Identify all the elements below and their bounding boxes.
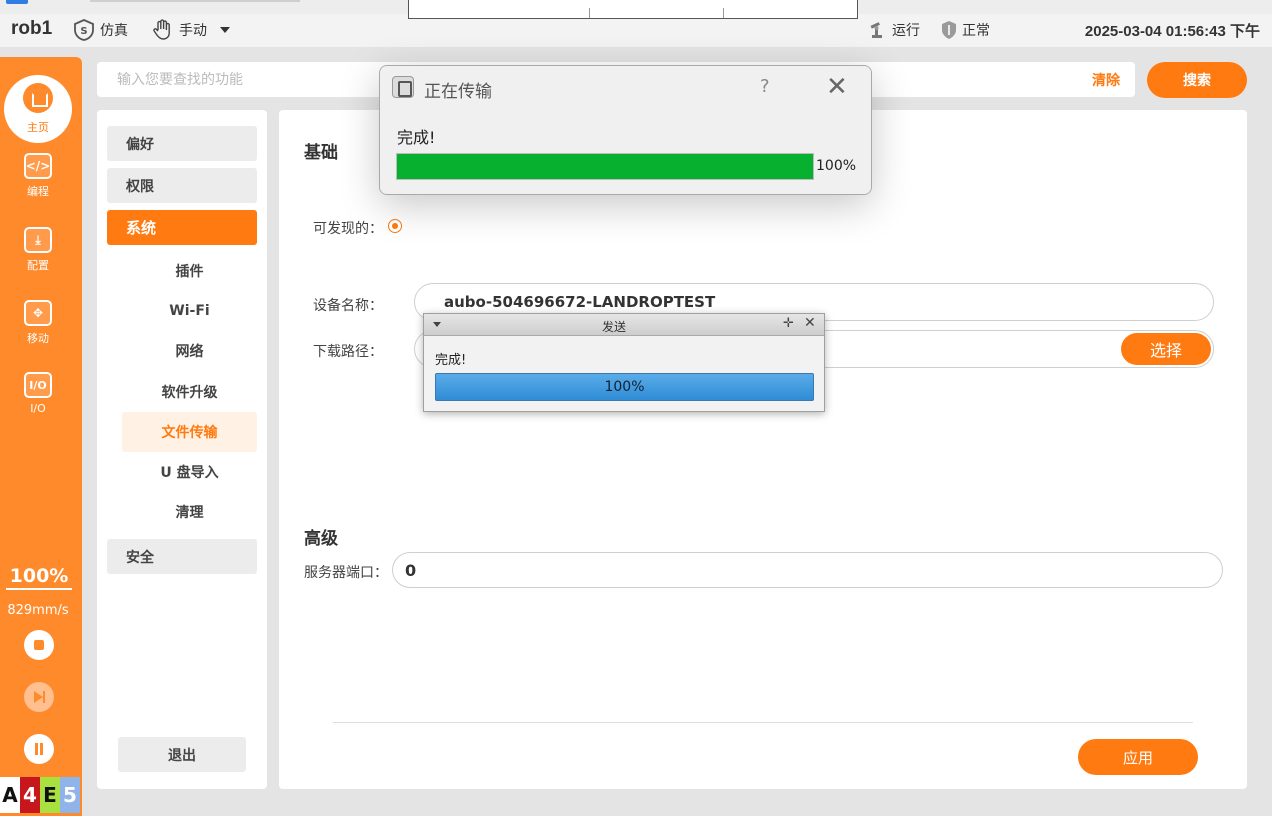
move-arrows-icon: ✥ [24, 300, 52, 326]
nav-program[interactable]: </> 编程 [0, 153, 76, 199]
svg-text:S: S [80, 26, 87, 37]
settings-sub-usb-import[interactable]: U 盘导入 [122, 452, 257, 492]
search-button[interactable]: 搜索 [1147, 62, 1247, 98]
send-dialog-title: 发送 [601, 320, 626, 334]
nav-config-label: 配置 [27, 259, 49, 272]
settings-nav-permissions[interactable]: 权限 [107, 168, 257, 203]
shield-icon [942, 21, 956, 39]
settings-nav-preferences[interactable]: 偏好 [107, 126, 257, 161]
server-port-field[interactable]: 0 [392, 552, 1223, 588]
background-window-fragment [408, 0, 858, 19]
download-icon: ⤓ [24, 227, 52, 253]
clear-button[interactable]: 清除 [1092, 70, 1120, 90]
settings-sub-wifi[interactable]: Wi-Fi [122, 291, 257, 331]
nav-home-label: 主页 [27, 121, 49, 134]
close-icon[interactable]: ✕ [804, 315, 816, 331]
top-status-bar: rob1 S 仿真 手动 运行 正常 2025-03-04 01:56:43 下… [0, 0, 1272, 47]
settings-nav-system[interactable]: 系统 [107, 210, 257, 245]
settings-nav-safety[interactable]: 安全 [107, 539, 257, 574]
apply-button[interactable]: 应用 [1078, 739, 1198, 775]
status-letters: A 4 E 5 [0, 777, 80, 813]
speed-percent[interactable]: 100% [6, 565, 72, 590]
help-button[interactable]: ? [760, 76, 770, 97]
logout-button[interactable]: 退出 [118, 737, 246, 772]
robot-name: rob1 [11, 18, 53, 39]
transfer-progress-bar [396, 153, 814, 180]
send-progress-bar: 100% [435, 373, 814, 401]
pause-button[interactable] [24, 734, 54, 764]
basic-section-title: 基础 [304, 143, 338, 163]
fragment-divider [723, 8, 724, 18]
app-tab-indicator [6, 0, 28, 4]
transfer-dialog-titlebar[interactable]: 正在传输 ? ✕ [380, 66, 871, 110]
speed-mm-per-s: 829mm/s [7, 603, 69, 618]
sim-mode-indicator[interactable]: S 仿真 [72, 18, 128, 42]
settings-sub-cleanup[interactable]: 清理 [122, 492, 257, 532]
send-progress-text: 100% [604, 379, 645, 395]
select-path-button[interactable]: 选择 [1121, 333, 1211, 365]
main-sidebar: 主页 </> 编程 ⤓ 配置 ✥ 移动 I/O I/O 100% 829mm/s [0, 57, 82, 816]
stop-icon [34, 640, 44, 650]
hand-icon [153, 19, 170, 40]
status-letter-a: A [0, 777, 20, 813]
send-dialog: 发送 ✛ ✕ 完成! 100% [423, 313, 825, 412]
nav-io[interactable]: I/O I/O [0, 372, 76, 415]
send-status-message: 完成! [435, 353, 467, 368]
io-icon: I/O [24, 372, 52, 398]
settings-sub-network[interactable]: 网络 [122, 331, 257, 371]
stop-button[interactable] [24, 630, 54, 660]
advanced-section-title: 高级 [304, 529, 338, 549]
transfer-progress-text: 100% [816, 158, 857, 174]
fragment-divider [589, 8, 590, 18]
nav-program-label: 编程 [27, 185, 49, 198]
chevron-down-icon [220, 27, 230, 33]
settings-sub-software-upgrade[interactable]: 软件升级 [122, 372, 257, 412]
run-status-indicator: 运行 [868, 18, 920, 42]
step-forward-icon [34, 691, 45, 703]
shield-s-icon: S [74, 19, 94, 41]
settings-nav: 偏好 权限 系统 插件 Wi-Fi 网络 软件升级 文件传输 U 盘导入 清理 … [97, 110, 267, 789]
pin-icon[interactable]: ✛ [783, 316, 794, 331]
nav-home[interactable]: 主页 [4, 75, 72, 143]
nav-io-label: I/O [30, 402, 46, 415]
status-letter-e: E [40, 777, 60, 813]
file-transfer-panel: 基础 可发现的： 设备名称： aubo-504696672-LANDROPTES… [279, 110, 1247, 789]
download-path-label: 下载路径： [313, 344, 383, 360]
send-dialog-titlebar[interactable]: 发送 ✛ ✕ [424, 314, 824, 336]
code-icon: </> [24, 153, 52, 179]
settings-sub-plugins[interactable]: 插件 [122, 251, 257, 291]
home-icon [23, 83, 53, 113]
status-letter-5: 5 [60, 777, 80, 813]
transfer-progress-fill [397, 154, 813, 179]
discoverable-label: 可发现的： [313, 221, 383, 237]
step-button[interactable] [24, 682, 54, 712]
status-letter-4: 4 [20, 777, 40, 813]
transfer-status-message: 完成! [397, 128, 436, 147]
nav-move[interactable]: ✥ 移动 [0, 300, 76, 346]
safety-state-indicator: 正常 [940, 18, 990, 42]
settings-sub-file-transfer[interactable]: 文件传输 [122, 412, 257, 452]
run-label: 运行 [892, 23, 920, 39]
server-port-label: 服务器端口： [304, 565, 388, 581]
transfer-dialog-body: 完成! 100% [380, 110, 871, 194]
datetime-display: 2025-03-04 01:56:43 下午 [1084, 23, 1260, 40]
transfer-dialog-title: 正在传输 [424, 82, 492, 102]
mode-label: 手动 [179, 23, 207, 39]
device-name-label: 设备名称： [313, 298, 383, 314]
sim-label: 仿真 [100, 23, 128, 39]
nav-config[interactable]: ⤓ 配置 [0, 227, 76, 273]
transfer-dialog: 正在传输 ? ✕ 完成! 100% [379, 65, 872, 195]
footer-divider [333, 722, 1193, 723]
manual-mode-dropdown[interactable]: 手动 [151, 18, 239, 42]
app-package-icon [392, 76, 414, 98]
discoverable-radio[interactable] [388, 219, 402, 233]
state-label: 正常 [962, 23, 990, 39]
top-strip-line [90, 0, 300, 2]
close-icon[interactable]: ✕ [826, 72, 848, 102]
nav-move-label: 移动 [27, 332, 49, 345]
robot-arm-icon [870, 22, 882, 38]
